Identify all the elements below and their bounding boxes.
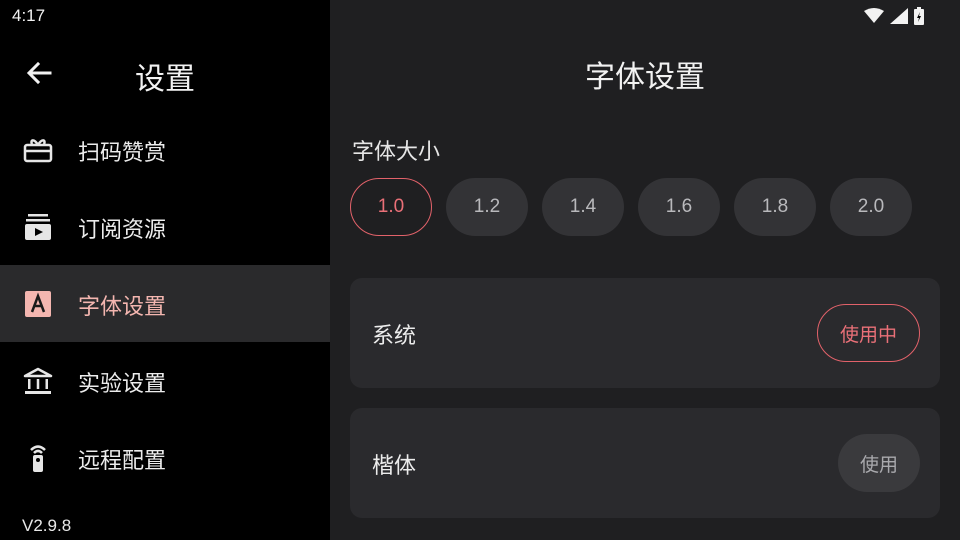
main-panel: 字体设置 字体大小 1.0 1.2 1.4 1.6 1.8 2.0 系统 使用中… [330, 0, 960, 540]
subscriptions-icon [25, 214, 51, 240]
font-size-chip[interactable]: 1.8 [734, 178, 816, 236]
wifi-icon [864, 8, 884, 23]
sidebar-menu: 扫码赞赏 订阅资源 字体设置 实验设置 远程配置 [0, 111, 330, 496]
sidebar-item-font-settings[interactable]: 字体设置 [0, 265, 330, 342]
gift-icon [23, 139, 53, 163]
sidebar-item-label: 订阅资源 [78, 218, 167, 243]
font-card-kaiti[interactable]: 楷体 使用 [350, 408, 940, 518]
bank-icon [23, 367, 53, 394]
font-size-chips: 1.0 1.2 1.4 1.6 1.8 2.0 [350, 178, 912, 236]
signal-icon [890, 8, 908, 24]
sidebar-item-donate[interactable]: 扫码赞赏 [0, 111, 330, 188]
sidebar-item-label: 字体设置 [78, 295, 167, 320]
sidebar-item-experimental[interactable]: 实验设置 [0, 342, 330, 419]
font-icon [25, 291, 51, 317]
font-size-chip[interactable]: 1.0 [350, 178, 432, 236]
sidebar-item-label: 实验设置 [78, 372, 167, 397]
in-use-button[interactable]: 使用中 [816, 304, 920, 362]
sidebar-item-remote-config[interactable]: 远程配置 [0, 419, 330, 496]
font-name: 系统 [372, 324, 417, 349]
app-version: V2.9.8 [22, 516, 72, 535]
font-card-system[interactable]: 系统 使用中 [350, 278, 940, 388]
status-time: 4:17 [12, 6, 46, 25]
status-icons [864, 7, 924, 25]
remote-icon [30, 445, 46, 472]
sidebar: 设置 扫码赞赏 订阅资源 字体设置 实验设置 远程配置 V2.9.8 [0, 0, 330, 540]
font-size-chip[interactable]: 1.4 [542, 178, 624, 236]
font-size-label: 字体大小 [352, 140, 441, 165]
font-name: 楷体 [372, 454, 417, 479]
battery-icon [914, 7, 924, 25]
page-title: 字体设置 [585, 60, 705, 95]
sidebar-item-label: 远程配置 [78, 449, 167, 474]
sidebar-header: 设置 [0, 40, 330, 104]
sidebar-title: 设置 [135, 62, 195, 97]
font-size-chip[interactable]: 1.6 [638, 178, 720, 236]
font-size-chip[interactable]: 2.0 [830, 178, 912, 236]
sidebar-item-subscriptions[interactable]: 订阅资源 [0, 188, 330, 265]
sidebar-item-label: 扫码赞赏 [78, 141, 167, 166]
use-button[interactable]: 使用 [837, 434, 920, 492]
status-bar: 4:17 [0, 0, 960, 32]
font-size-chip[interactable]: 1.2 [446, 178, 528, 236]
